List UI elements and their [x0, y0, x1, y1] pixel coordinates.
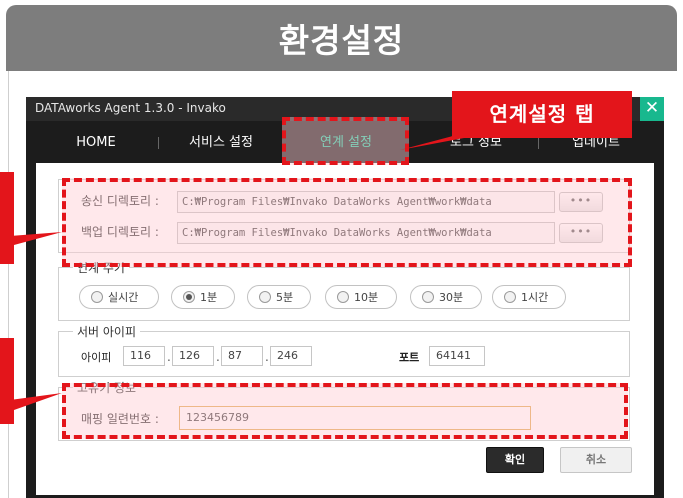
cancel-button[interactable]: 취소 [560, 447, 632, 473]
ok-button[interactable]: 확인 [486, 447, 544, 473]
radio-realtime[interactable]: 실시간 [79, 285, 159, 309]
port-field[interactable]: 64141 [429, 346, 485, 366]
radio-label: 1시간 [521, 291, 549, 304]
ip-separator: . [167, 350, 171, 364]
radio-icon [91, 291, 103, 303]
ip-octet-3[interactable]: 87 [221, 346, 263, 366]
banner-title: 환경설정 [278, 21, 405, 60]
link-cycle-group: 연계 주기 실시간 1분 5분 10분 30분 1시간 [58, 259, 630, 321]
port-label: 포트 [399, 351, 420, 364]
tab-separator [158, 137, 159, 149]
radio-label: 5분 [276, 291, 294, 304]
server-ip-legend: 서버 아이피 [73, 323, 141, 340]
ip-separator: . [216, 350, 220, 364]
left-divider [8, 71, 9, 498]
ip-separator: . [265, 350, 269, 364]
radio-icon [259, 291, 271, 303]
tab-service-settings[interactable]: 서비스 설정 [176, 127, 266, 159]
ip-label: 아이피 [81, 351, 112, 364]
close-icon: ✕ [644, 98, 660, 118]
page-root: { "banner": {"title": "환경설정"}, "window":… [0, 0, 683, 498]
radio-label: 30분 [439, 291, 464, 304]
radio-label: 10분 [354, 291, 379, 304]
ip-octet-4[interactable]: 246 [270, 346, 312, 366]
close-button[interactable]: ✕ [640, 97, 664, 121]
radio-label: 1분 [200, 291, 218, 304]
annotation-callout: 연계설정 탭 [452, 91, 632, 138]
radio-1min[interactable]: 1분 [171, 285, 235, 309]
cycle-options: 실시간 1분 5분 10분 30분 1시간 [79, 285, 619, 309]
radio-icon [337, 291, 349, 303]
left-annotation-mark [0, 338, 14, 424]
radio-10min[interactable]: 10분 [325, 285, 397, 309]
ip-octet-1[interactable]: 116 [123, 346, 165, 366]
server-ip-group: 서버 아이피 아이피 116 . 126 . 87 . 246 포트 64141 [58, 323, 630, 377]
tab-separator [538, 137, 539, 149]
highlight-serial [62, 383, 628, 439]
highlight-directories [62, 178, 632, 267]
radio-30min[interactable]: 30분 [410, 285, 482, 309]
tab-home[interactable]: HOME [56, 127, 136, 159]
radio-1hour[interactable]: 1시간 [492, 285, 566, 309]
radio-icon [422, 291, 434, 303]
ip-octet-2[interactable]: 126 [172, 346, 214, 366]
radio-icon [504, 291, 516, 303]
app-title: DATAworks Agent 1.3.0 - Invako [35, 101, 226, 115]
header-banner: 환경설정 [6, 5, 677, 71]
highlight-link-tab [282, 117, 409, 165]
radio-selected-icon [183, 291, 195, 303]
radio-label: 실시간 [108, 291, 139, 304]
left-annotation-mark [0, 172, 14, 264]
radio-5min[interactable]: 5분 [247, 285, 311, 309]
